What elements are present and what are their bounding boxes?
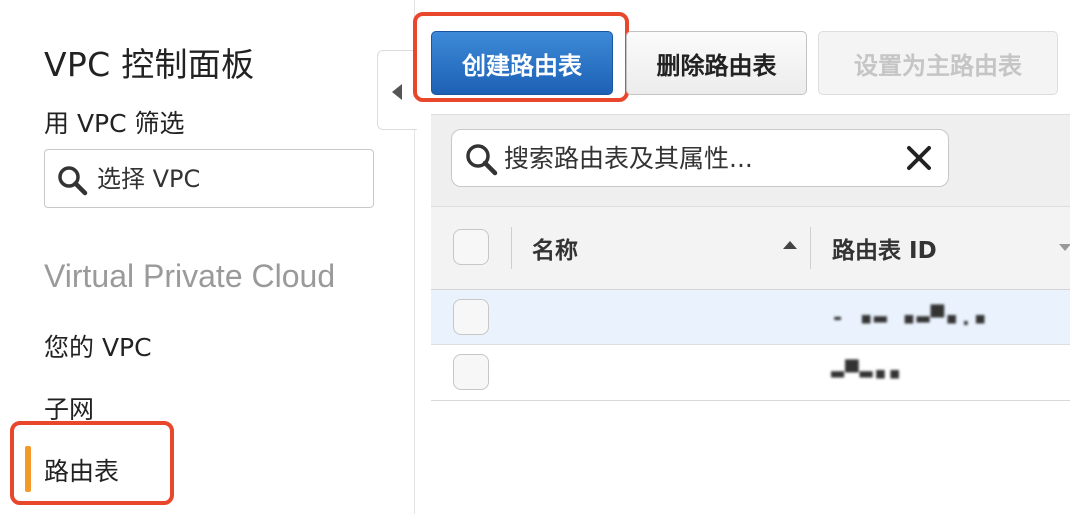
vpc-select-input[interactable] <box>97 162 357 196</box>
vpc-filter-label: 用 VPC 筛选 <box>44 109 185 138</box>
table-row[interactable]: ‑ ▪▬ ▪▬▀▪.▪ <box>431 290 1070 345</box>
delete-route-table-button[interactable]: 删除路由表 <box>626 31 807 95</box>
route-table-id: ‑ ▪▬ ▪▬▀▪.▪ <box>831 306 988 331</box>
vpc-select[interactable] <box>44 149 374 208</box>
highlight-box-create-button <box>413 12 629 102</box>
column-divider <box>810 227 811 269</box>
page-title: VPC 控制面板 <box>44 45 255 84</box>
search-icon <box>58 166 88 196</box>
column-divider <box>511 227 512 269</box>
column-header-route-table-id[interactable]: 路由表 ID <box>832 231 937 265</box>
clear-x-icon[interactable] <box>902 141 936 175</box>
highlight-box-route-tables <box>10 421 174 505</box>
set-main-route-table-button[interactable]: 设置为主路由表 <box>818 31 1058 95</box>
triangle-left-icon <box>392 84 402 100</box>
sidebar-collapse-button[interactable] <box>377 50 417 130</box>
table-search-box[interactable] <box>451 129 949 187</box>
sidebar-item-your-vpcs[interactable]: 您的 VPC <box>44 328 152 364</box>
row-checkbox[interactable] <box>453 354 489 390</box>
row-checkbox[interactable] <box>453 299 489 335</box>
section-title: Virtual Private Cloud <box>44 258 336 294</box>
column-header-name[interactable]: 名称 <box>532 231 578 265</box>
select-all-checkbox[interactable] <box>453 229 489 265</box>
search-icon <box>466 144 498 176</box>
sidebar: VPC 控制面板 用 VPC 筛选 Virtual Private Cloud … <box>0 0 415 514</box>
table-header: 名称 路由表 ID <box>431 206 1070 290</box>
sort-ascending-icon[interactable] <box>783 241 797 249</box>
route-table-id: ▬▀▬▪▪ <box>831 361 903 386</box>
sort-descending-icon[interactable] <box>1059 244 1070 251</box>
table-search-input[interactable] <box>504 141 864 175</box>
table-search-panel <box>431 114 1070 206</box>
table-row[interactable]: ▬▀▬▪▪ <box>431 345 1070 401</box>
